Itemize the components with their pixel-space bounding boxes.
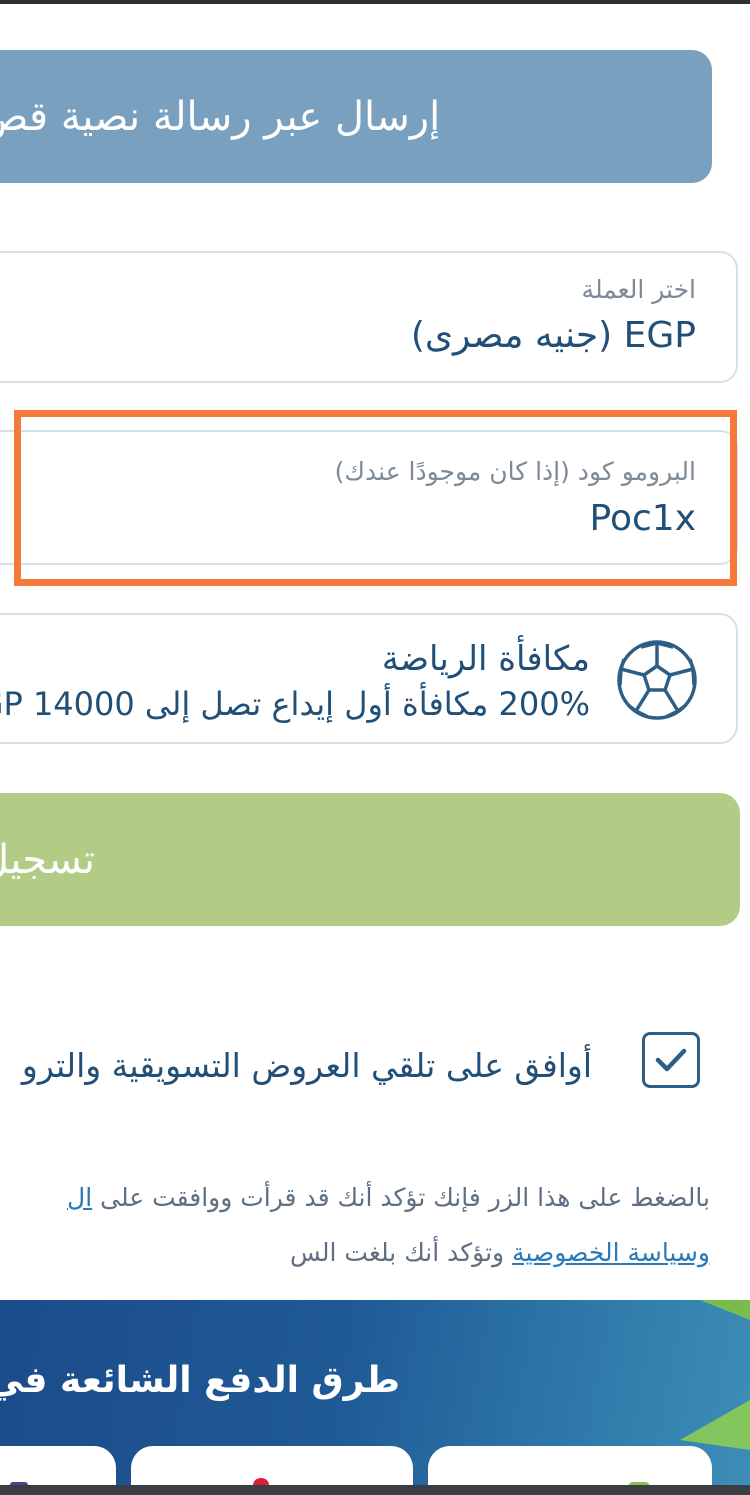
legal-line-2: وسياسة الخصوصية وتؤكد أنك بلغت الس [67,1225,710,1280]
legal-notice: بالضغط على هذا الزر فإنك تؤكد أنك قد قرأ… [67,1170,710,1280]
soccer-ball-icon [617,640,697,720]
privacy-policy-link[interactable]: وسياسة الخصوصية [512,1238,710,1267]
promo-code-label: البرومو كود (إذا كان موجودًا عندك) [334,457,696,486]
register-button-label: تسجيل [0,836,95,883]
send-sms-button-label: إرسال عبر رسالة نصية قص [0,93,441,140]
marketing-consent-checkbox[interactable] [642,1032,700,1088]
payment-methods-title: طرق الدفع الشائعة في ب [0,1360,400,1401]
bottom-edge [0,1485,750,1495]
promo-code-input[interactable]: البرومو كود (إذا كان موجودًا عندك) Poc1x [0,430,738,565]
payment-methods-banner: طرق الدفع الشائعة في ب [0,1300,750,1495]
legal-line-1: بالضغط على هذا الزر فإنك تؤكد أنك قد قرأ… [67,1170,710,1225]
bonus-description: 200% مكافأة أول إيداع تصل إلى 14000 EGP [0,685,590,723]
register-button[interactable]: تسجيل [0,793,740,926]
currency-select[interactable]: اختر العملة EGP (جنيه مصرى) [0,251,738,383]
send-sms-button[interactable]: إرسال عبر رسالة نصية قص [0,50,712,183]
marketing-consent-label: أوافق على تلقي العروض التسويقية والترو [21,1046,592,1085]
currency-label: اختر العملة [581,275,696,304]
bonus-title: مكافأة الرياضة [381,639,590,679]
currency-value: EGP (جنيه مصرى) [410,315,696,356]
terms-link[interactable]: ال [67,1183,92,1212]
checkmark-icon [655,1048,687,1072]
promo-code-value: Poc1x [589,498,696,539]
sports-bonus-option[interactable]: مكافأة الرياضة 200% مكافأة أول إيداع تصل… [0,613,738,744]
legal-text-1: بالضغط على هذا الزر فإنك تؤكد أنك قد قرأ… [100,1183,710,1212]
legal-text-2: وتؤكد أنك بلغت الس [290,1238,513,1267]
